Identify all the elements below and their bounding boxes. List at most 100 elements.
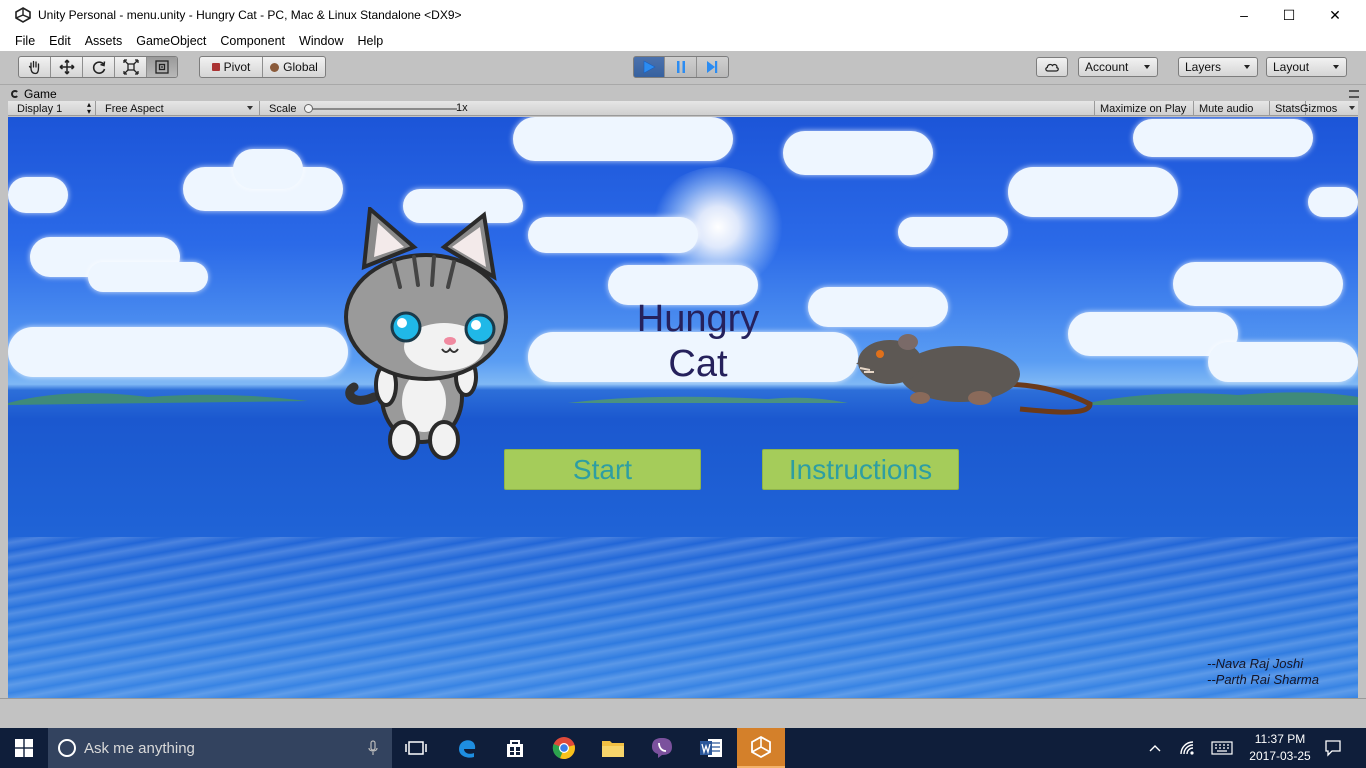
gizmos-dropdown[interactable]: Gizmos (1294, 101, 1358, 116)
chrome-button[interactable] (540, 728, 588, 768)
layout-dropdown[interactable]: Layout (1266, 57, 1347, 77)
cloud (8, 327, 348, 377)
layout-label: Layout (1273, 60, 1310, 74)
display-dropdown[interactable]: Display 1 ▴ ▾ (8, 101, 96, 116)
game-view-controls: Display 1 ▴ ▾ Free Aspect Scale 1x Maximi… (8, 101, 1358, 116)
global-button[interactable]: Global (263, 57, 325, 77)
action-center-button[interactable] (1320, 728, 1346, 768)
hand-tool-icon[interactable] (19, 57, 51, 77)
viber-icon (652, 738, 672, 758)
notifications-icon (1325, 740, 1341, 757)
network-status[interactable] (1176, 728, 1200, 768)
cortana-icon (58, 739, 76, 757)
microphone-icon[interactable] (368, 740, 378, 756)
pause-icon (676, 61, 685, 73)
menu-edit[interactable]: Edit (42, 34, 78, 48)
cloud-icon (1045, 63, 1059, 72)
updown-icon: ▴ ▾ (86, 100, 91, 116)
word-button[interactable] (687, 728, 735, 768)
maximize-button[interactable]: ☐ (1266, 0, 1312, 30)
menu-window[interactable]: Window (292, 34, 350, 48)
show-hidden-icons-button[interactable] (1144, 728, 1166, 768)
game-viewport: Hungry Cat Start Instructions --Nava Raj… (8, 117, 1358, 698)
scale-slider-thumb[interactable] (304, 104, 313, 113)
window-title: Unity Personal - menu.unity - Hungry Cat… (38, 8, 462, 22)
clock-time: 11:37 PM (1254, 732, 1306, 746)
gizmos-label: Gizmos (1300, 102, 1338, 115)
file-explorer-button[interactable] (589, 728, 637, 768)
menu-bar: File Edit Assets GameObject Component Wi… (0, 30, 1366, 51)
wifi-icon (1180, 741, 1194, 755)
move-tool-icon[interactable] (51, 57, 83, 77)
play-icon (643, 60, 656, 74)
task-view-icon (405, 741, 427, 755)
window-title-bar: Unity Personal - menu.unity - Hungry Cat… (0, 0, 1366, 30)
instructions-button[interactable]: Instructions (762, 449, 959, 490)
cloud (1173, 262, 1343, 306)
step-button[interactable] (696, 57, 728, 77)
sea-reflection (8, 537, 1358, 698)
rect-tool-icon[interactable] (147, 57, 177, 77)
maximize-on-play-toggle[interactable]: Maximize on Play (1094, 101, 1194, 116)
edge-icon (459, 740, 476, 758)
game-tab-bar: Game (0, 85, 1366, 101)
unity-logo-icon (14, 6, 32, 24)
rotate-tool-icon[interactable] (83, 57, 115, 77)
search-placeholder: Ask me anything (84, 739, 195, 757)
chevron-down-icon (1333, 65, 1339, 69)
chevron-down-icon (247, 106, 253, 110)
cloud-button[interactable] (1036, 57, 1068, 77)
unity-icon (751, 736, 771, 758)
play-button[interactable] (634, 57, 666, 77)
credit-line-1: --Nava Raj Joshi (1207, 656, 1304, 671)
rat-sprite (856, 334, 1093, 415)
aspect-dropdown[interactable]: Free Aspect (96, 101, 260, 116)
pivot-label: Pivot (223, 60, 251, 74)
windows-logo-icon (15, 739, 33, 757)
mute-audio-toggle[interactable]: Mute audio (1194, 101, 1270, 116)
task-view-button[interactable] (392, 728, 440, 768)
menu-component[interactable]: Component (213, 34, 292, 48)
search-box[interactable]: Ask me anything (48, 728, 392, 768)
tab-menu-icon[interactable] (1349, 90, 1359, 98)
menu-file[interactable]: File (8, 34, 42, 48)
system-clock[interactable]: 11:37 PM 2017-03-25 (1236, 731, 1324, 765)
mute-audio-label: Mute audio (1199, 102, 1254, 115)
word-icon (700, 739, 722, 757)
game-title: Hungry Cat (598, 297, 798, 387)
tab-game[interactable]: Game (11, 86, 57, 101)
close-button[interactable]: ✕ (1312, 0, 1358, 30)
pause-button[interactable] (665, 57, 697, 77)
account-dropdown[interactable]: Account (1078, 57, 1158, 77)
menu-assets[interactable]: Assets (78, 34, 130, 48)
pivot-global-toggle: Pivot Global (199, 56, 326, 78)
start-button-label: Start (572, 453, 633, 485)
pivot-icon (211, 63, 220, 71)
chevron-down-icon (1244, 65, 1250, 69)
edge-button[interactable] (443, 728, 491, 768)
cloud (898, 217, 1008, 247)
windows-taskbar: Ask me anything 11:37 PM 2017-03-25 (0, 728, 1366, 768)
viber-button[interactable] (638, 728, 686, 768)
menu-help[interactable]: Help (350, 34, 390, 48)
cloud (528, 217, 698, 253)
store-button[interactable] (491, 728, 539, 768)
game-title-line2: Cat (668, 343, 728, 385)
pivot-button[interactable]: Pivot (200, 57, 263, 77)
start-button[interactable]: Start (504, 449, 701, 490)
game-title-line1: Hungry (636, 298, 760, 340)
keyboard-input-button[interactable] (1208, 728, 1236, 768)
menu-gameobject[interactable]: GameObject (129, 34, 213, 48)
start-button[interactable] (0, 728, 48, 768)
minimize-button[interactable]: – (1221, 0, 1267, 30)
maximize-on-play-label: Maximize on Play (1100, 102, 1187, 115)
scale-tool-icon[interactable] (115, 57, 147, 77)
cloud (1008, 167, 1178, 217)
scale-slider-track[interactable] (305, 108, 457, 110)
playback-controls (633, 56, 729, 78)
cloud (1208, 342, 1358, 382)
game-tab-icon (11, 89, 19, 98)
display-label: Display 1 (17, 102, 63, 115)
unity-taskbar-button[interactable] (737, 728, 785, 768)
layers-dropdown[interactable]: Layers (1178, 57, 1258, 77)
